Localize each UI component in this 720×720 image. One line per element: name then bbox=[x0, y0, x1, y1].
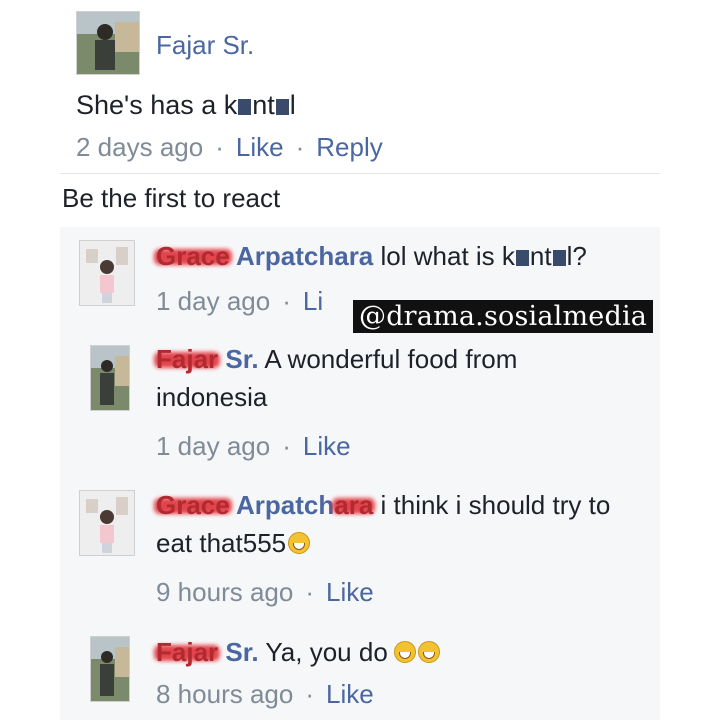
reply-2-text-line1: A wonderful food from bbox=[258, 344, 518, 374]
reply-4-author[interactable]: Sr. bbox=[218, 637, 258, 667]
reply-1-author-redacted[interactable]: Grace bbox=[156, 241, 230, 271]
reply-4-meta: 8 hours ago · Like bbox=[156, 679, 374, 710]
reply-1-text: Grace Arpatchara lol what is k nt l? bbox=[156, 237, 587, 275]
grinning-sweat-emoji-icon bbox=[417, 641, 440, 663]
reply-3-meta: 9 hours ago · Like bbox=[156, 577, 374, 608]
avatar-fajar-reply-2[interactable] bbox=[90, 636, 130, 702]
profile-photo-icon bbox=[91, 637, 129, 701]
reply-3-author-redacted[interactable]: Grace bbox=[156, 490, 230, 520]
reply-2-time[interactable]: 1 day ago bbox=[156, 431, 270, 461]
separator-dot: · bbox=[282, 286, 291, 316]
grinning-sweat-emoji-icon bbox=[393, 641, 416, 663]
reply-1-author[interactable]: Arpatchara bbox=[230, 241, 373, 271]
reply-4-time[interactable]: 8 hours ago bbox=[156, 679, 293, 709]
reply-4-text-line1: Ya, you do bbox=[258, 637, 388, 667]
reply-link[interactable]: Reply bbox=[316, 132, 382, 162]
reply-2-author-redacted[interactable]: Fajar bbox=[156, 344, 218, 374]
comment-text-suffix: l bbox=[289, 90, 296, 120]
reply-1-meta: 1 day ago · Li bbox=[156, 286, 323, 317]
reply-4-text: Fajar Sr. Ya, you do bbox=[156, 633, 440, 671]
profile-photo-icon bbox=[77, 12, 139, 74]
censor-mark bbox=[515, 250, 529, 266]
comment-time[interactable]: 2 days ago bbox=[76, 132, 203, 162]
reply-1-time[interactable]: 1 day ago bbox=[156, 286, 270, 316]
avatar-grace[interactable] bbox=[79, 240, 135, 306]
comment-meta: 2 days ago · Like · Reply bbox=[76, 132, 383, 163]
reply-2-text-line2: indonesia bbox=[156, 382, 268, 412]
reply-1-like-link[interactable]: Li bbox=[303, 286, 323, 316]
avatar-grace-reply[interactable] bbox=[79, 490, 135, 556]
reply-3-author[interactable]: Arpatch bbox=[230, 490, 334, 520]
comment-text-mid: nt bbox=[252, 90, 275, 120]
like-link[interactable]: Like bbox=[236, 132, 284, 162]
reply-1-text-start: lol what is k bbox=[373, 241, 515, 271]
separator-dot: · bbox=[305, 679, 314, 709]
reply-2-meta: 1 day ago · Like bbox=[156, 431, 351, 462]
profile-photo-icon bbox=[91, 346, 129, 410]
censor-mark bbox=[275, 99, 289, 115]
reply-3-text-line1: i think i should try to bbox=[373, 490, 611, 520]
censor-mark bbox=[238, 99, 252, 115]
reactions-summary[interactable]: Be the first to react bbox=[62, 183, 280, 214]
reply-3-author-redacted-end[interactable]: ara bbox=[334, 490, 373, 520]
reply-3-text: Grace Arpatchara i think i should try to… bbox=[156, 486, 656, 562]
reply-2-author[interactable]: Sr. bbox=[218, 344, 258, 374]
reply-1-text-mid: nt bbox=[529, 241, 552, 271]
reply-1-text-end: l? bbox=[566, 241, 587, 271]
comment-author[interactable]: Fajar Sr. bbox=[156, 30, 254, 61]
reply-3-time[interactable]: 9 hours ago bbox=[156, 577, 293, 607]
divider bbox=[60, 173, 660, 174]
separator-dot: · bbox=[282, 431, 291, 461]
reply-2-like-link[interactable]: Like bbox=[303, 431, 351, 461]
reply-4-author-redacted[interactable]: Fajar bbox=[156, 637, 218, 667]
reply-3-like-link[interactable]: Like bbox=[326, 577, 374, 607]
separator-dot: · bbox=[305, 577, 314, 607]
reply-2-text: Fajar Sr. A wonderful food from indonesia bbox=[156, 340, 636, 416]
censor-mark bbox=[552, 250, 566, 266]
separator-dot: · bbox=[295, 132, 305, 162]
avatar-fajar-reply[interactable] bbox=[90, 345, 130, 411]
reply-3-text-line2: eat that555 bbox=[156, 528, 287, 558]
comment-text: She's has a k nt l bbox=[76, 86, 296, 124]
watermark: @drama.sosialmedia bbox=[353, 300, 654, 333]
avatar-fajar[interactable] bbox=[76, 11, 140, 75]
comment-text-prefix: She's has a k bbox=[76, 90, 238, 120]
profile-photo-icon bbox=[80, 491, 134, 555]
grinning-sweat-emoji-icon bbox=[288, 532, 311, 554]
profile-photo-icon bbox=[80, 241, 134, 305]
separator-dot: · bbox=[215, 132, 224, 162]
reply-4-like-link[interactable]: Like bbox=[326, 679, 374, 709]
